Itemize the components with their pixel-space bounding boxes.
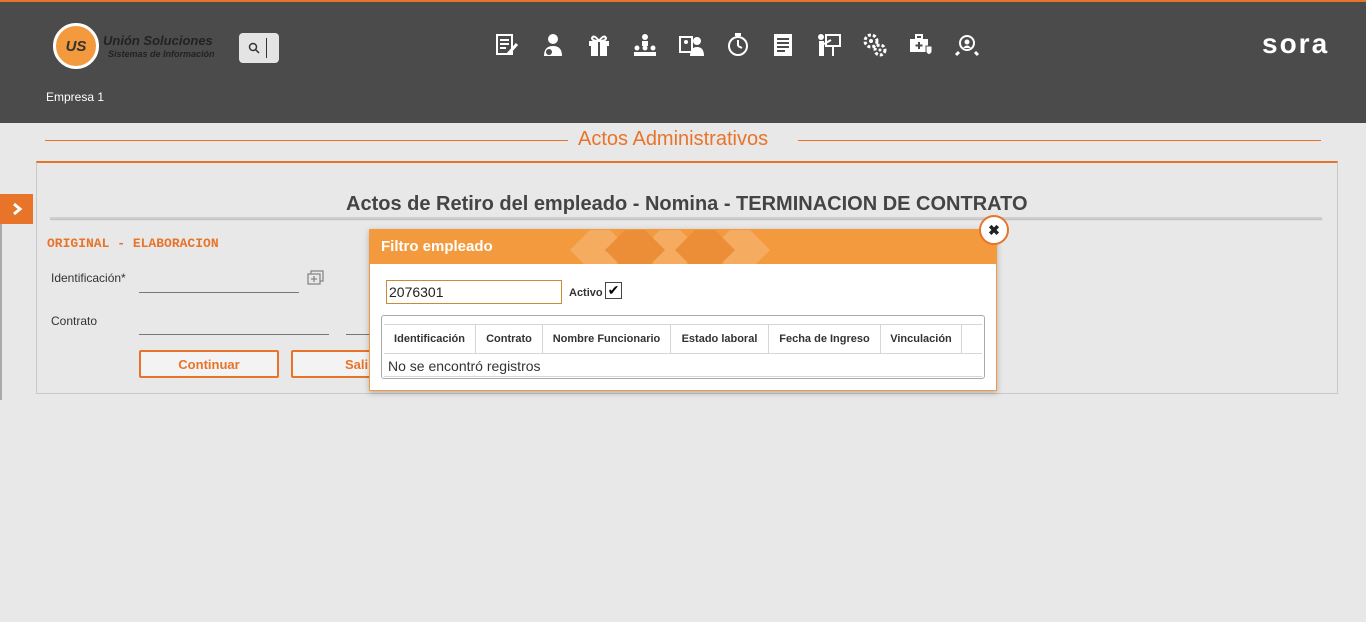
close-dialog-button[interactable]: ✖ xyxy=(979,215,1009,245)
report-icon[interactable] xyxy=(770,32,796,58)
column-header-estado-laboral[interactable]: Estado laboral xyxy=(671,325,769,353)
gift-icon[interactable] xyxy=(586,32,612,58)
column-header-fecha-ingreso[interactable]: Fecha de Ingreso xyxy=(769,325,881,353)
close-icon: ✖ xyxy=(988,221,1000,238)
id-card-user-icon[interactable] xyxy=(678,32,704,58)
logo-mark-text: US xyxy=(65,37,87,55)
company-logo[interactable]: US Unión Soluciones Sistemas de Informac… xyxy=(53,23,223,69)
document-status: ORIGINAL - ELABORACION xyxy=(47,236,219,251)
logo-name: Unión Soluciones xyxy=(103,33,213,48)
dialog-header[interactable]: Filtro empleado xyxy=(370,230,996,264)
side-strip xyxy=(0,224,2,400)
salir-button[interactable]: Sali xyxy=(291,350,375,378)
search-cursor xyxy=(266,38,267,58)
lookup-icon[interactable] xyxy=(307,270,325,286)
continuar-button[interactable]: Continuar xyxy=(139,350,279,378)
header-decoration xyxy=(570,230,770,264)
sora-brand-logo[interactable]: sora xyxy=(1262,28,1329,60)
column-header-spacer xyxy=(962,325,982,353)
section-title-line-left xyxy=(45,140,568,141)
employee-results-table: Identificación Contrato Nombre Funcionar… xyxy=(381,315,985,379)
presentation-icon[interactable] xyxy=(816,32,842,58)
user-money-icon[interactable] xyxy=(540,32,566,58)
search-icon xyxy=(248,42,260,54)
medical-kit-icon[interactable] xyxy=(908,32,934,58)
column-header-nombre-funcionario[interactable]: Nombre Funcionario xyxy=(543,325,671,353)
form-title: Actos de Retiro del empleado - Nomina - … xyxy=(346,193,1028,215)
timer-icon[interactable] xyxy=(724,32,750,58)
search-users-icon[interactable] xyxy=(954,32,980,58)
section-title-line-right xyxy=(798,140,1321,141)
contrato-field-secondary[interactable] xyxy=(346,334,370,335)
logo-mark: US xyxy=(53,23,99,69)
settings-gears-icon[interactable] xyxy=(862,32,888,58)
logo-subtitle: Sistemas de Información xyxy=(108,49,215,59)
checkmark-icon: ✔ xyxy=(607,282,620,298)
org-chart-icon[interactable] xyxy=(632,32,658,58)
column-header-vinculacion[interactable]: Vinculación xyxy=(881,325,962,353)
chevron-right-icon xyxy=(12,202,22,216)
employee-filter-input[interactable] xyxy=(386,280,562,304)
contrato-field[interactable] xyxy=(139,334,329,335)
activo-label: Activo xyxy=(569,287,603,299)
identificacion-label: Identificación* xyxy=(51,271,126,285)
column-header-contrato[interactable]: Contrato xyxy=(476,325,543,353)
table-header: Identificación Contrato Nombre Funcionar… xyxy=(384,324,982,354)
empty-results-message: No se encontró registros xyxy=(388,358,541,374)
section-title: Actos Administrativos xyxy=(578,128,769,150)
dialog-title: Filtro empleado xyxy=(381,238,493,255)
form-title-divider xyxy=(50,217,1322,219)
table-bottom-border xyxy=(384,376,982,377)
contrato-label: Contrato xyxy=(51,314,98,328)
global-search-button[interactable] xyxy=(239,33,279,63)
document-edit-icon[interactable] xyxy=(494,32,520,58)
column-header-identificacion[interactable]: Identificación xyxy=(384,325,476,353)
identificacion-field[interactable] xyxy=(139,292,299,293)
activo-checkbox[interactable]: ✔ xyxy=(605,282,622,299)
top-header: US Unión Soluciones Sistemas de Informac… xyxy=(0,0,1366,123)
side-menu-toggle[interactable] xyxy=(0,194,33,224)
company-name: Empresa 1 xyxy=(46,90,105,104)
